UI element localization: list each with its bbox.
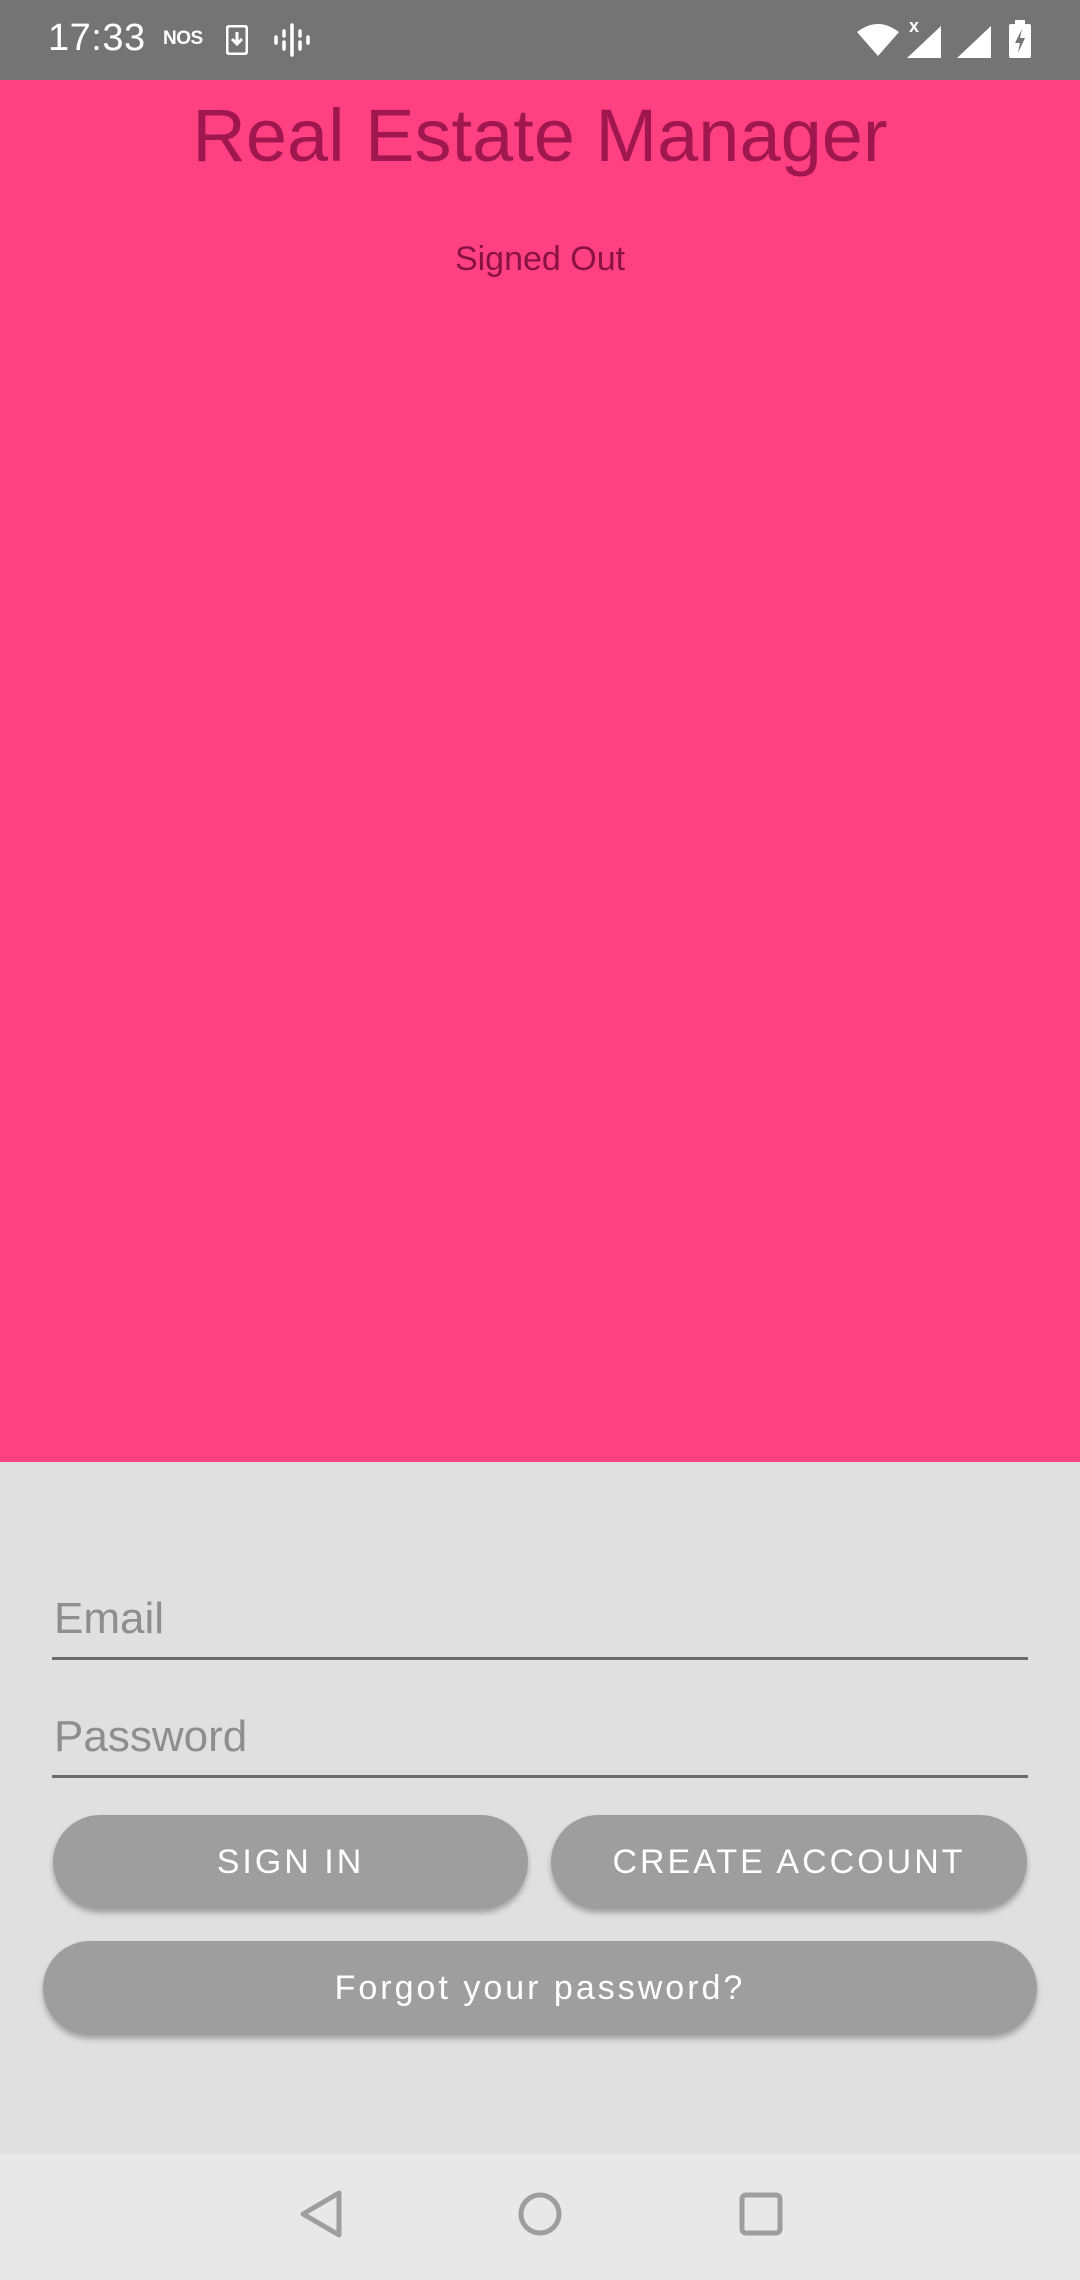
battery-charging-icon [1009,20,1031,58]
carrier-label: NOS [163,28,203,49]
navigation-bar [0,2154,1080,2280]
sign-in-button[interactable]: SIGN IN [53,1815,528,1909]
page-title: Real Estate Manager [192,94,888,177]
home-icon[interactable] [517,2189,563,2239]
email-field[interactable] [52,1580,1028,1660]
back-icon[interactable] [297,2189,345,2239]
login-form [0,1462,1080,2154]
header-panel [0,80,1080,1462]
signal-icon [907,26,941,58]
recents-icon[interactable] [738,2189,784,2239]
signal-icon [957,26,991,58]
create-account-button[interactable]: CREATE ACCOUNT [551,1815,1027,1909]
wifi-icon [857,24,899,56]
status-bar: 17:33 NOS x [0,0,1080,80]
sign-in-status: Signed Out [454,240,626,278]
password-field[interactable] [52,1698,1028,1778]
podcast-icon [274,23,310,57]
status-time: 17:33 [48,17,146,59]
forgot-password-button[interactable]: Forgot your password? [43,1941,1037,2035]
download-icon [226,25,248,55]
